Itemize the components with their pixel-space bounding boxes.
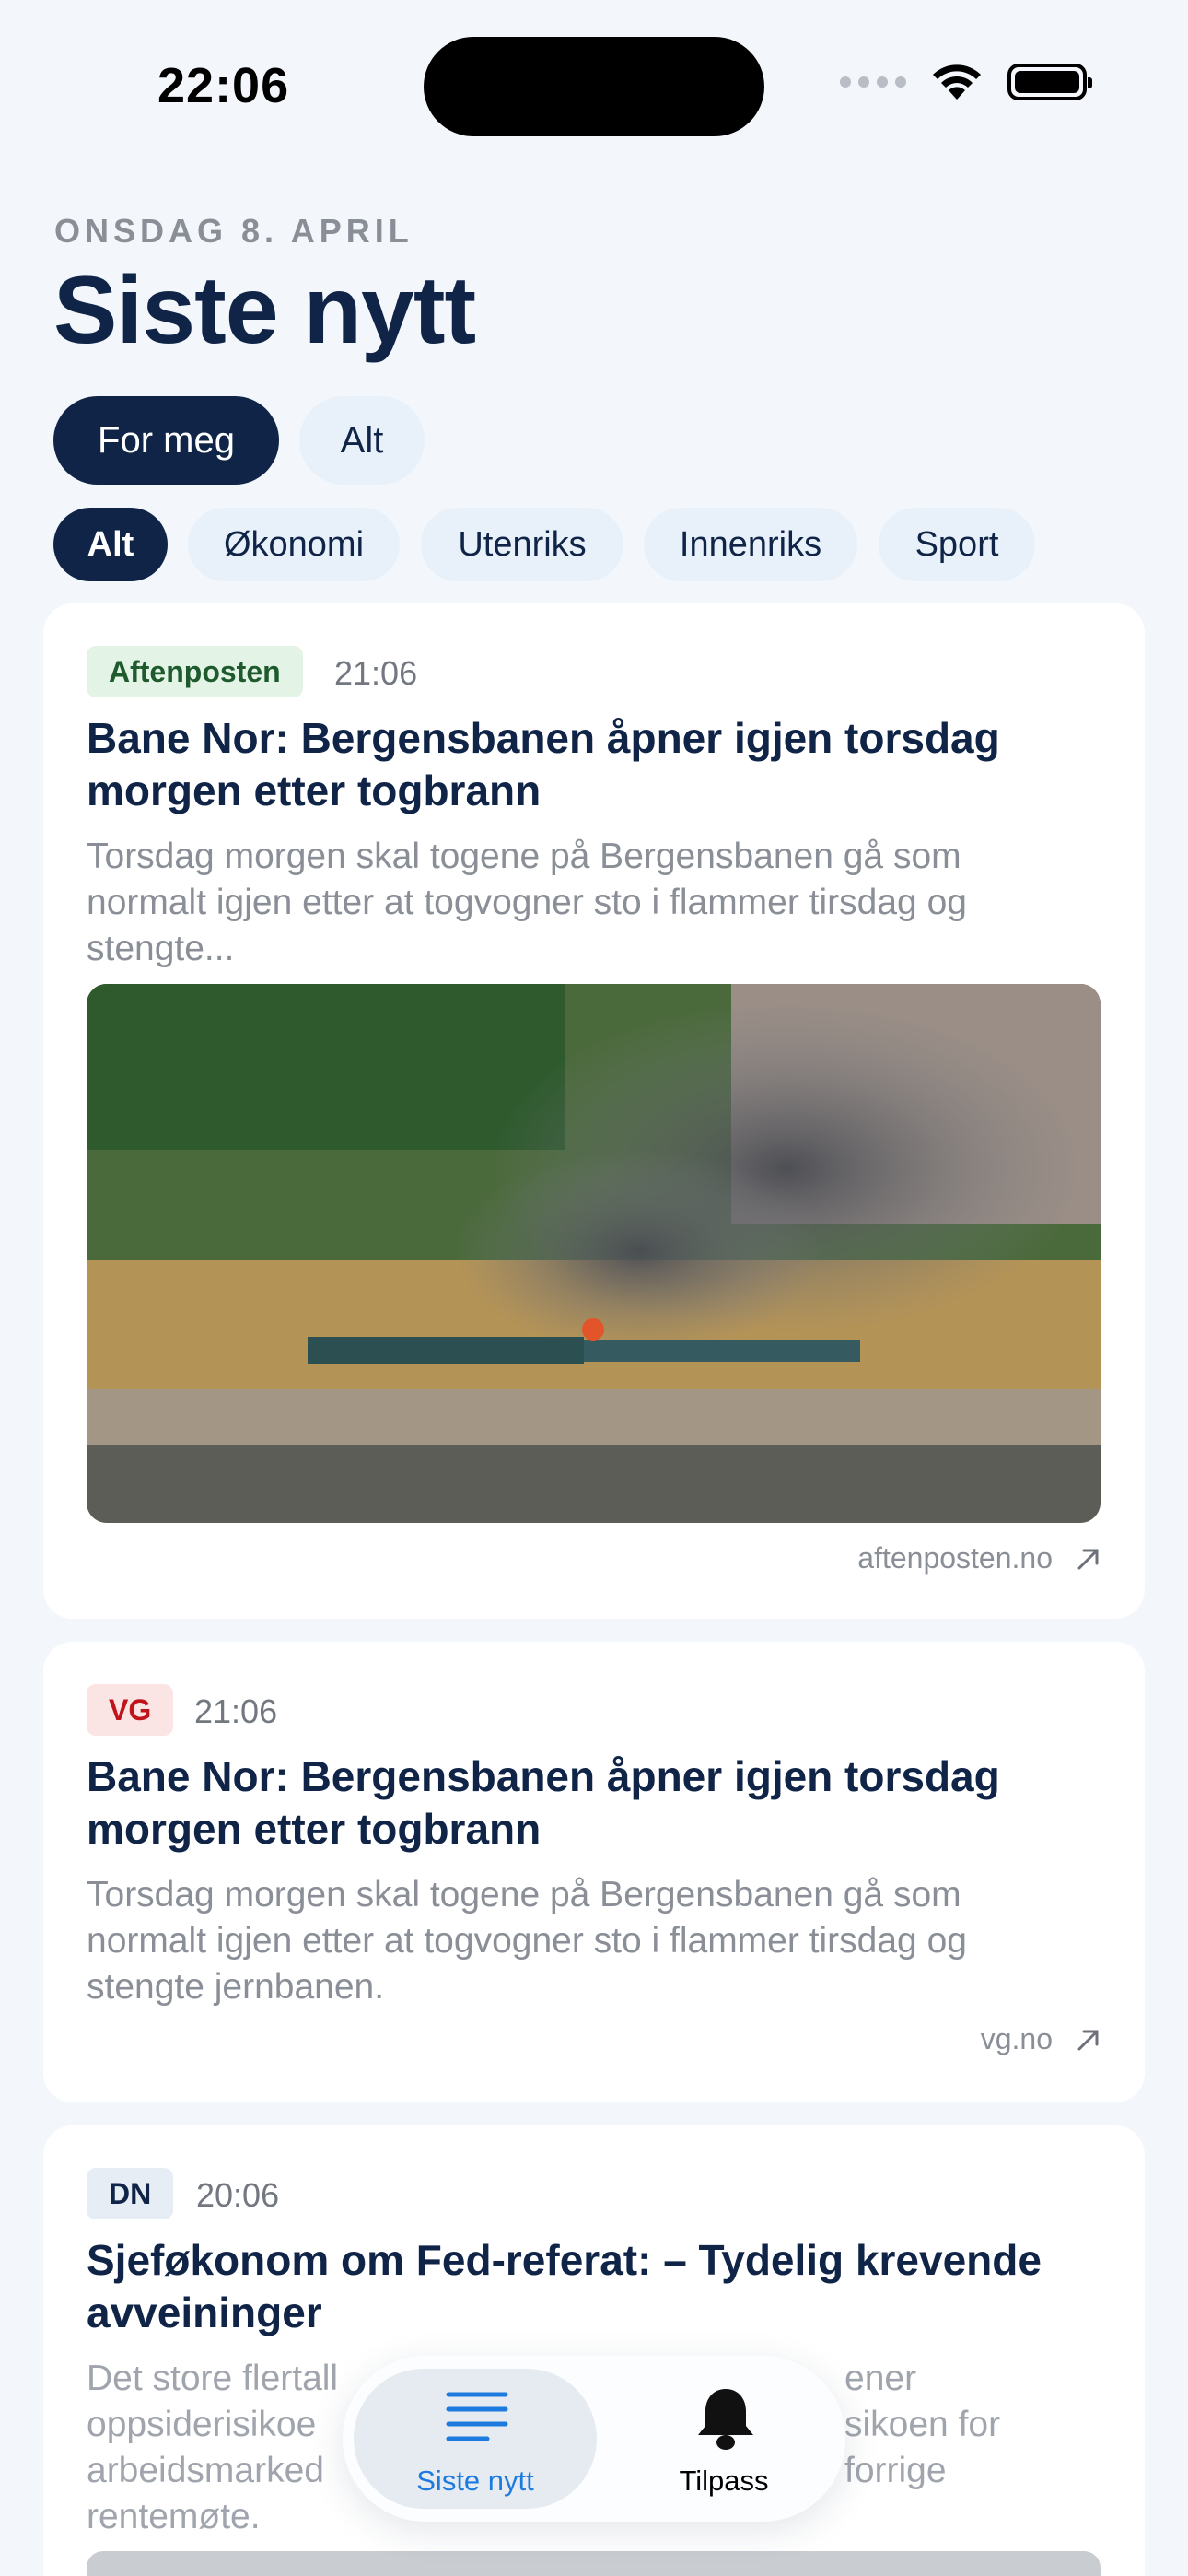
article-source-link[interactable]: aftenposten.no [857, 1541, 1102, 1575]
tab-siste-nytt[interactable]: Siste nytt [343, 2356, 608, 2522]
category-chip-innenriks[interactable]: Innenriks [644, 508, 857, 581]
page-title: Siste nytt [53, 257, 476, 364]
cellular-signal-icon [840, 76, 906, 88]
dynamic-island [424, 37, 764, 136]
article-summary: Torsdag morgen skal togene på Bergensban… [87, 837, 967, 968]
article-card[interactable]: Aftenposten 21:06 Bane Nor: Bergensbanen… [43, 603, 1145, 1619]
wifi-icon [933, 64, 981, 100]
date-label: ONSDAG 8. APRIL [54, 212, 413, 250]
article-summary: Torsdag morgen skal togene på Bergensban… [87, 1875, 967, 2007]
external-link-icon [1077, 2030, 1099, 2050]
source-badge: VG [87, 1684, 174, 1736]
segment-for-meg[interactable]: For meg [53, 396, 279, 485]
status-icons [840, 63, 1092, 101]
category-chip-alt[interactable]: Alt [53, 508, 168, 581]
article-headline: Bane Nor: Bergensbanen åpner igjen torsd… [87, 714, 1000, 814]
tab-tilpass[interactable]: Tilpass [608, 2356, 845, 2522]
external-link-icon [1077, 1549, 1099, 1569]
article-time: 21:06 [194, 1692, 278, 1730]
status-time: 22:06 [157, 58, 290, 113]
article-headline: Bane Nor: Bergensbanen åpner igjen torsd… [87, 1752, 1000, 1853]
list-icon [446, 2392, 508, 2441]
article-card[interactable]: VG 21:06 Bane Nor: Bergensbanen åpner ig… [43, 1642, 1145, 2102]
article-image [87, 2551, 1101, 2576]
tab-bar: Siste nytt Tilpass [343, 2356, 845, 2522]
battery-icon [1007, 64, 1092, 100]
source-badge: Aftenposten [87, 646, 303, 697]
article-headline: Sjeføkonom om Fed-referat: – Tydelig kre… [87, 2236, 1042, 2336]
article-time: 21:06 [334, 654, 418, 692]
article-time: 20:06 [196, 2176, 280, 2214]
article-image [87, 984, 1101, 1523]
bell-icon [698, 2389, 753, 2450]
tab-label: Tilpass [679, 2465, 769, 2497]
article-summary-right: ener sikoen for forrige [844, 2359, 1001, 2490]
source-badge: DN [87, 2168, 174, 2219]
article-source-link[interactable]: vg.no [981, 2022, 1102, 2056]
category-chip-utenriks[interactable]: Utenriks [421, 508, 623, 581]
category-chip-okonomi[interactable]: Økonomi [188, 508, 400, 581]
category-chip-sport[interactable]: Sport [879, 508, 1035, 581]
tab-label: Siste nytt [416, 2465, 534, 2497]
segment-alt[interactable]: Alt [299, 396, 425, 485]
